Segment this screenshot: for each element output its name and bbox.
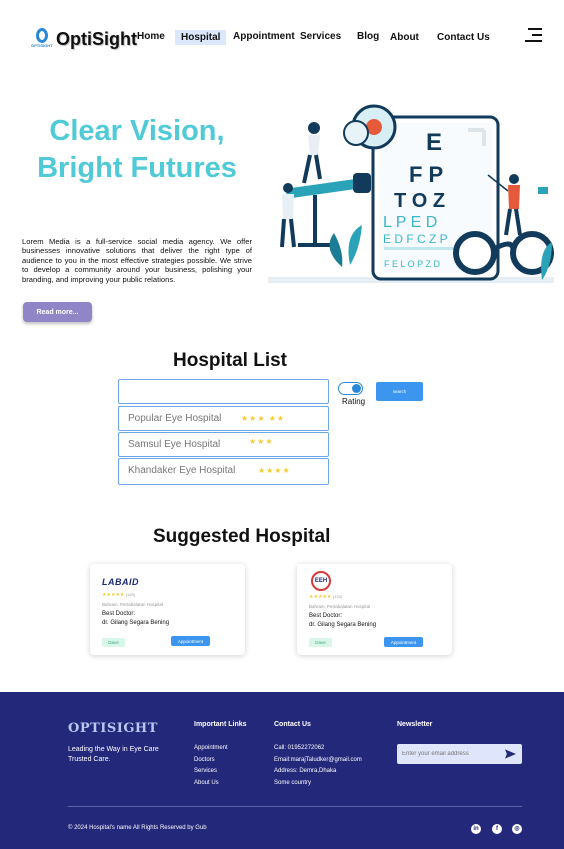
footer-link-doctors[interactable]: Doctors [194,757,215,763]
doctor-name: dr. Gilang Segara Bening [102,620,170,626]
logo-icon: OPTISIGHT [31,28,53,50]
best-doctor-label: Best Doctor: [309,613,343,619]
eye-chart-illustration: E F P T O Z L P E D E D F C Z P F E L O … [268,104,554,283]
nav-contact[interactable]: Contact Us [437,32,490,43]
rating-label: Rating [342,397,366,406]
rating-toggle[interactable] [338,382,363,395]
footer-brand: OPTISIGHT [68,721,158,736]
nav-about[interactable]: About [390,32,419,43]
card-rating: ★★★★★ (120) [102,592,136,598]
best-doctor-label: Best Doctor: [102,611,136,617]
contact-country: Some country [274,780,312,786]
hospital-logo: LABAID [102,577,139,587]
hospital-list-item[interactable]: Samsul Eye Hospital ★★★ [118,432,329,457]
nav-services[interactable]: Services [300,31,341,42]
hospital-name: Khandaker Eye Hospital [128,465,236,476]
nav-hospital[interactable]: Hospital [175,30,227,45]
contact-email: Email:marajTaludker@gmail.com [274,757,362,763]
instagram-icon[interactable]: ◎ [512,824,522,834]
hero-title-line2: Bright Futures [37,152,237,184]
newsletter-form [397,744,522,764]
copyright-text: © 2024 Hospital's name All Rights Reserv… [68,825,207,831]
doctor-name: dr. Gilang Segara Bening [309,622,377,628]
contact-address: Address: Demra,Dhaka [274,768,337,774]
card-tag-button[interactable]: Dave [309,638,332,647]
chart-row-3: T O Z [394,190,445,212]
hospital-list-item[interactable]: Popular Eye Hospital ★★★ ★★ [118,406,329,431]
logo-subtext: OPTISIGHT [31,43,53,48]
hero-title-line1: Clear Vision, [49,115,225,147]
chart-row-4: L P E D [383,214,437,231]
hospital-search-input[interactable] [118,379,329,404]
hero-description: Lorem Media is a full-service social med… [22,237,252,284]
nav-appointment[interactable]: Appointment [233,31,295,42]
rating-stars: ★★★ [249,437,274,446]
newsletter-email-input[interactable] [402,748,497,760]
newsletter-heading: Newsletter [397,721,433,728]
contact-phone: Call: 01952272062 [274,745,325,751]
hospital-list-title: Hospital List [173,350,288,371]
search-button[interactable]: search [376,382,423,401]
hospital-card[interactable]: EEH ★★★★★ (120) Bahrain, Pertabalatan Ho… [297,564,452,655]
hospital-list-item[interactable]: Khandaker Eye Hospital ★★★★ [118,458,329,485]
suggested-hospital-title: Suggested Hospital [153,526,331,547]
hospital-card[interactable]: LABAID ★★★★★ (120) Bahrain, Pertabalatan… [90,564,245,655]
card-location: Bahrain, Pertabalatan Hospital [102,602,164,607]
footer-link-services[interactable]: Services [194,768,217,774]
facebook-icon[interactable]: f [492,824,502,834]
appointment-button[interactable]: Appointment [384,637,423,647]
logo-text: OptiSight [56,28,137,49]
chart-row-1: E [426,129,442,156]
hospital-emblem-icon: EEH [311,571,331,591]
card-rating: ★★★★★ (120) [309,594,343,600]
chart-row-6: F E L O P Z D [384,259,441,269]
send-icon[interactable] [505,749,516,759]
linkedin-icon[interactable]: in [471,824,481,834]
hospital-name: Popular Eye Hospital [128,413,222,424]
menu-icon[interactable] [525,28,542,44]
site-header: OPTISIGHT OptiSight Home Hospital Appoin… [0,0,564,75]
nav-home[interactable]: Home [137,31,165,42]
footer-link-about[interactable]: About Us [194,780,219,786]
rating-stars: ★★★ ★★ [241,414,286,423]
rating-stars: ★★★★ [258,466,291,475]
read-more-button[interactable]: Read more... [23,302,92,322]
chart-row-5: E D F C Z P [383,232,448,246]
nav-blog[interactable]: Blog [357,31,379,42]
important-links-heading: Important Links [194,721,247,728]
hero-title: Clear Vision, Bright Futures [22,113,252,187]
hospital-name: Samsul Eye Hospital [128,439,221,450]
contact-heading: Contact Us [274,721,311,728]
logo[interactable]: OPTISIGHT OptiSight [31,28,137,50]
footer-tagline: Leading the Way in Eye Care Trusted Care… [68,746,159,763]
card-tag-button[interactable]: Dave [102,638,125,647]
footer-divider [68,806,522,807]
chart-row-2: F P [409,162,443,187]
footer-link-appointment[interactable]: Appointment [194,745,228,751]
site-footer: OPTISIGHT Leading the Way in Eye Care Tr… [0,692,564,849]
card-location: Bahrain, Pertabalatan Hospital [309,604,371,609]
appointment-button[interactable]: Appointment [171,636,210,646]
